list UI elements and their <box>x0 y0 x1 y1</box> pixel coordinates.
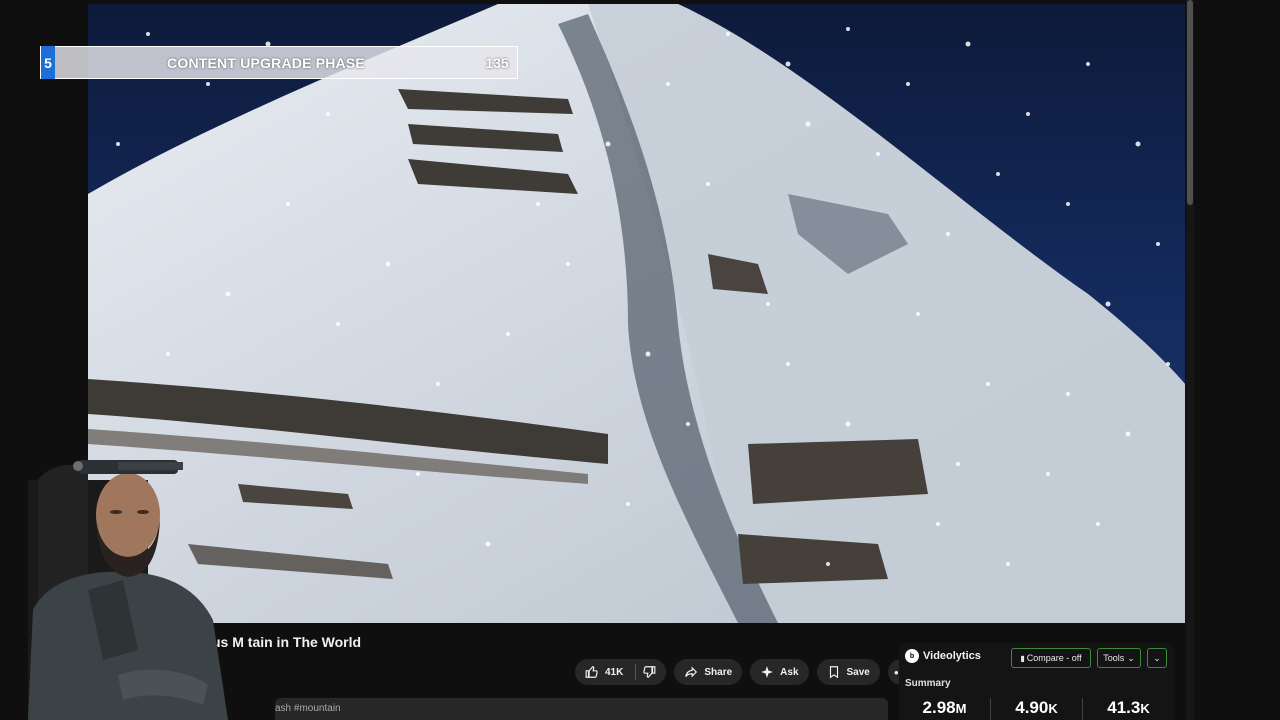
share-label: Share <box>704 666 733 678</box>
like-button[interactable]: 41K <box>575 659 667 685</box>
save-label: Save <box>846 666 870 678</box>
page-scrollbar[interactable] <box>1186 0 1194 720</box>
bar-chart-icon: ▮ <box>1020 653 1025 663</box>
scrollbar-thumb[interactable] <box>1187 0 1193 205</box>
videolytics-header: b Videolytics <box>905 649 981 663</box>
ask-button[interactable]: Ask <box>750 659 809 685</box>
thumbs-up-icon <box>585 666 598 678</box>
videolytics-brand: Videolytics <box>923 650 981 662</box>
save-button[interactable]: Save <box>816 659 880 685</box>
chevron-down-icon: ⌄ <box>1127 652 1135 663</box>
sparkle-icon <box>761 666 773 678</box>
phase-step-number: 5 <box>41 46 55 79</box>
tools-dropdown[interactable]: Tools ⌄ <box>1097 648 1141 668</box>
phase-count: 135 <box>485 54 509 71</box>
views-stat: 2.98M <box>922 698 967 717</box>
webcam-overlay <box>28 460 278 720</box>
share-arrow-icon <box>685 666 698 678</box>
phase-title: CONTENT UPGRADE PHASE <box>167 54 365 71</box>
bookmark-icon <box>829 666 838 679</box>
likes-stat: 41.3K <box>1107 698 1150 717</box>
description-box[interactable]: ash #mountain <box>275 698 888 720</box>
phase-banner: 5 CONTENT UPGRADE PHASE 135 <box>40 46 518 79</box>
compare-label: Compare - off <box>1026 653 1082 663</box>
like-count: 41K <box>605 666 624 678</box>
description-hashtags[interactable]: ash #mountain <box>275 703 341 714</box>
summary-label: Summary <box>905 678 951 689</box>
chevron-down-icon: ⌄ <box>1153 652 1161 663</box>
streamer-figure <box>28 460 228 720</box>
video-actions: 41K Share Ask Save ••• <box>575 659 914 685</box>
compare-toggle-button[interactable]: ▮ Compare - off <box>1011 648 1091 668</box>
comments-stat: 4.90K <box>1015 698 1058 717</box>
tools-label: Tools <box>1103 653 1125 663</box>
thumbs-down-icon[interactable] <box>642 665 656 679</box>
videolytics-panel: b Videolytics ▮ Compare - off Tools ⌄ ⌄ … <box>899 643 1174 720</box>
share-button[interactable]: Share <box>674 659 743 685</box>
videolytics-logo-icon: b <box>905 649 919 663</box>
summary-stats: 2.98M 4.90K 41.3K <box>899 698 1174 720</box>
ask-label: Ask <box>780 666 799 678</box>
collapse-button[interactable]: ⌄ <box>1147 648 1167 668</box>
